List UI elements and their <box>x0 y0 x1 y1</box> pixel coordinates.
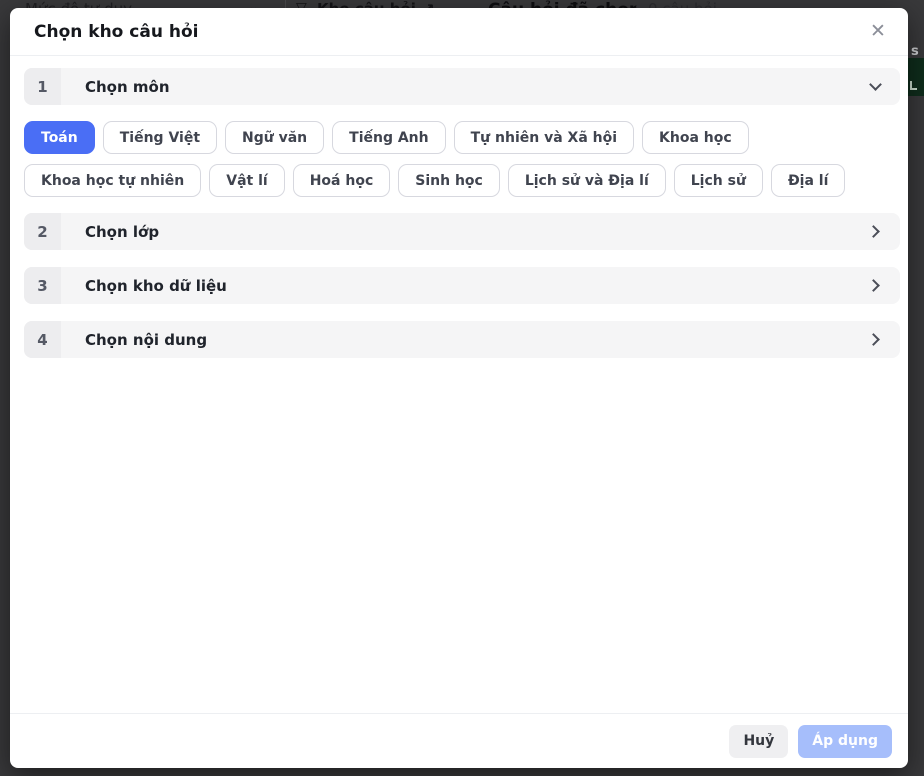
toolbar-divider <box>285 0 286 8</box>
subject-chip[interactable]: Lịch sử và Địa lí <box>508 164 666 197</box>
subject-chip[interactable]: Tiếng Việt <box>103 121 217 154</box>
section-label: Chọn lớp <box>85 223 159 241</box>
subject-chip[interactable]: Toán <box>24 121 95 154</box>
subject-chip[interactable]: Hoá học <box>293 164 391 197</box>
subject-chip[interactable]: Ngữ văn <box>225 121 324 154</box>
section-label: Chọn môn <box>85 78 170 96</box>
section-choose-grade[interactable]: 2 Chọn lớp <box>24 213 900 250</box>
background-page-strip: Mức độ tư duy ⌄ ▽ Kho câu hỏi ↗ Câu hỏi … <box>0 0 924 8</box>
subject-chip-list: ToánTiếng ViệtNgữ vănTiếng Anh Tự nhiên v… <box>24 121 900 197</box>
subject-chip[interactable]: Địa lí <box>771 164 845 197</box>
choose-question-bank-dialog: Chọn kho câu hỏi ✕ 1 Chọn môn ToánTiếng … <box>10 8 908 768</box>
level-dropdown: Mức độ tư duy <box>25 0 132 8</box>
section-label: Chọn nội dung <box>85 331 207 349</box>
subject-chip[interactable]: Khoa học <box>642 121 749 154</box>
subject-chip[interactable]: Tự nhiên và Xã hội <box>454 121 634 154</box>
chevron-right-icon <box>867 333 880 346</box>
close-icon[interactable]: ✕ <box>866 20 890 44</box>
filter-icon: ▽ <box>296 0 307 8</box>
section-number: 2 <box>24 213 61 250</box>
external-link-icon: ↗ <box>422 0 435 8</box>
dialog-footer: Huỷ Áp dụng <box>10 713 908 768</box>
question-bank-link: Kho câu hỏi <box>317 0 416 8</box>
background-green-logo-fragment <box>910 81 917 90</box>
cancel-button[interactable]: Huỷ <box>729 725 788 758</box>
section-label: Chọn kho dữ liệu <box>85 277 227 295</box>
dialog-body: 1 Chọn môn ToánTiếng ViệtNgữ vănTiếng An… <box>10 56 908 713</box>
subject-chip[interactable]: Tiếng Anh <box>332 121 445 154</box>
subject-chip[interactable]: Sinh học <box>398 164 500 197</box>
chevron-down-icon <box>869 78 882 91</box>
dialog-header: Chọn kho câu hỏi ✕ <box>10 8 908 56</box>
section-choose-content[interactable]: 4 Chọn nội dung <box>24 321 900 358</box>
background-letter: s <box>911 44 919 59</box>
section-number: 4 <box>24 321 61 358</box>
chevron-right-icon <box>867 279 880 292</box>
chevron-down-icon: ⌄ <box>248 0 259 8</box>
subject-chip[interactable]: Lịch sử <box>674 164 763 197</box>
background-right-strip: s <box>908 0 924 776</box>
section-choose-data-bank[interactable]: 3 Chọn kho dữ liệu <box>24 267 900 304</box>
section-number: 1 <box>24 68 61 105</box>
section-number: 3 <box>24 267 61 304</box>
chevron-right-icon <box>867 225 880 238</box>
section-choose-subject[interactable]: 1 Chọn môn <box>24 68 900 105</box>
background-green-panel <box>908 58 924 96</box>
apply-button[interactable]: Áp dụng <box>798 725 892 758</box>
dialog-title: Chọn kho câu hỏi <box>34 22 198 42</box>
subject-chip[interactable]: Vật lí <box>209 164 284 197</box>
chosen-questions-heading: Câu hỏi đã chọn <box>488 0 641 8</box>
dot-separator: • <box>634 0 642 8</box>
chosen-questions-count: 0 câu hỏi <box>648 0 717 8</box>
subject-chip[interactable]: Khoa học tự nhiên <box>24 164 201 197</box>
